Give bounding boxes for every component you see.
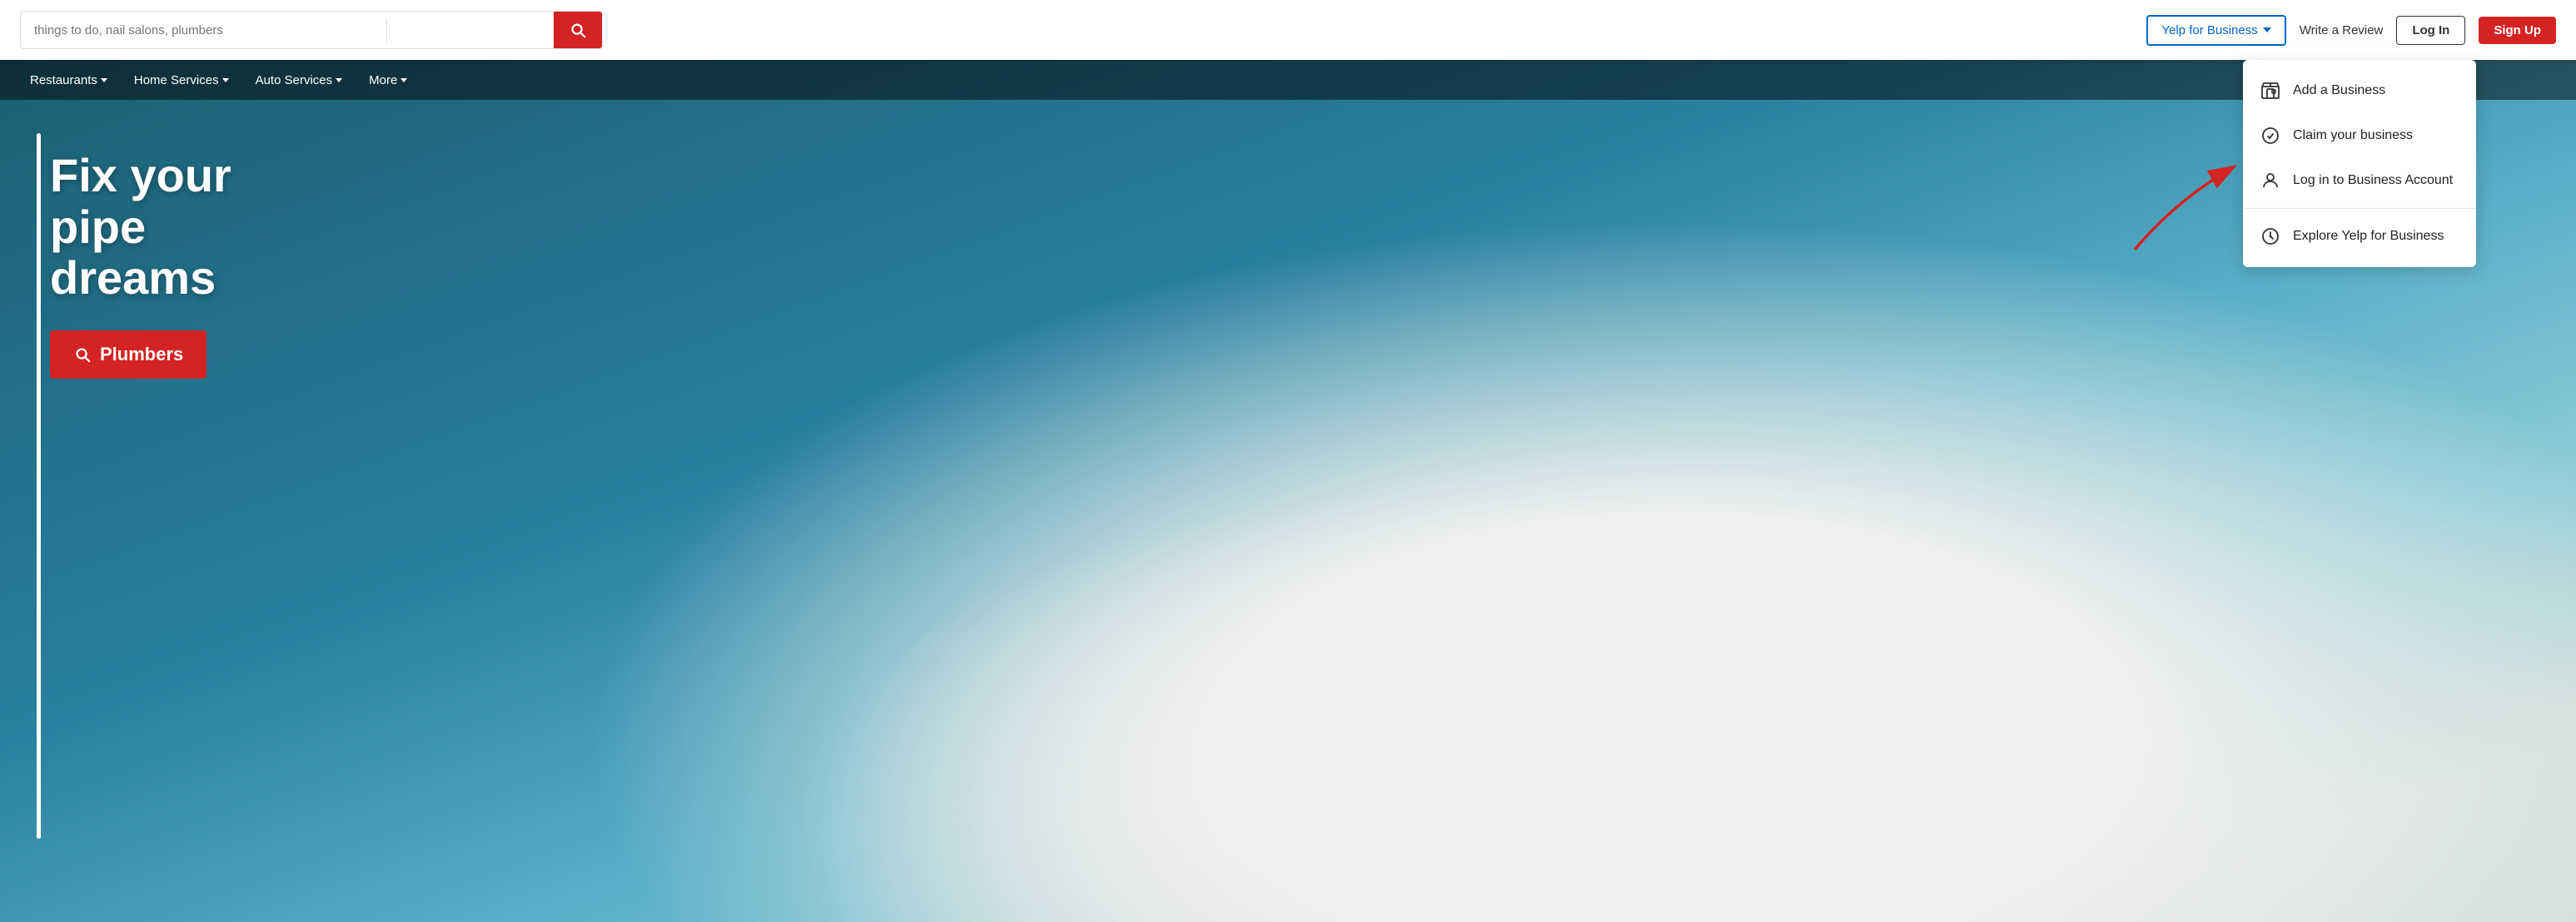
person-icon bbox=[2260, 170, 2281, 191]
hero-left-bar bbox=[37, 133, 41, 839]
dropdown-separator bbox=[2243, 208, 2476, 209]
hero-section bbox=[0, 0, 2576, 922]
dropdown-explore-yelp-label: Explore Yelp for Business bbox=[2293, 229, 2444, 244]
dropdown-claim-business-label: Claim your business bbox=[2293, 128, 2413, 143]
nav-item-auto-services[interactable]: Auto Services bbox=[246, 67, 353, 94]
signup-button[interactable]: Sign Up bbox=[2479, 17, 2556, 44]
hero-content: Fix your pipe dreams Plumbers bbox=[50, 150, 316, 379]
yelp-business-button[interactable]: Yelp for Business bbox=[2146, 15, 2285, 46]
dropdown-item-login-business[interactable]: Log in to Business Account bbox=[2243, 158, 2476, 203]
chevron-down-icon bbox=[336, 78, 342, 82]
hero-tagline: Fix your pipe dreams bbox=[50, 150, 316, 304]
search-location-input[interactable]: San Francisco, CA bbox=[387, 12, 554, 48]
search-bar: San Francisco, CA bbox=[20, 11, 603, 49]
nav-item-restaurants[interactable]: Restaurants bbox=[20, 67, 117, 94]
yelp-business-dropdown: Add a Business Claim your business Log i… bbox=[2243, 60, 2476, 267]
hero-cta-button[interactable]: Plumbers bbox=[50, 330, 206, 379]
yelp-burst-icon bbox=[2260, 226, 2281, 247]
dropdown-login-business-label: Log in to Business Account bbox=[2293, 173, 2453, 188]
login-button[interactable]: Log In bbox=[2396, 16, 2465, 45]
chevron-down-icon bbox=[400, 78, 407, 82]
chevron-down-icon bbox=[2263, 27, 2271, 32]
header-right: Yelp for Business Write a Review Log In … bbox=[2146, 15, 2556, 46]
nav-item-more[interactable]: More bbox=[359, 67, 417, 94]
write-review-button[interactable]: Write a Review bbox=[2300, 23, 2384, 37]
store-icon bbox=[2260, 80, 2281, 102]
dropdown-item-claim-business[interactable]: Claim your business bbox=[2243, 113, 2476, 158]
dropdown-add-business-label: Add a Business bbox=[2293, 83, 2385, 98]
dropdown-item-add-business[interactable]: Add a Business bbox=[2243, 68, 2476, 113]
dropdown-item-explore-yelp[interactable]: Explore Yelp for Business bbox=[2243, 214, 2476, 259]
search-icon bbox=[73, 345, 92, 364]
yelp-business-label: Yelp for Business bbox=[2161, 23, 2257, 37]
search-submit-icon bbox=[569, 21, 587, 39]
header: San Francisco, CA Yelp for Business Writ… bbox=[0, 0, 2576, 60]
chevron-down-icon bbox=[222, 78, 229, 82]
nav-item-home-services[interactable]: Home Services bbox=[124, 67, 239, 94]
search-submit-button[interactable] bbox=[554, 12, 602, 48]
nav-bar: Restaurants Home Services Auto Services … bbox=[0, 60, 2576, 100]
hero-cta-label: Plumbers bbox=[100, 344, 183, 365]
chevron-down-icon bbox=[101, 78, 107, 82]
check-circle-icon bbox=[2260, 125, 2281, 146]
search-find-input[interactable] bbox=[21, 12, 386, 48]
hero-background bbox=[0, 0, 2576, 922]
